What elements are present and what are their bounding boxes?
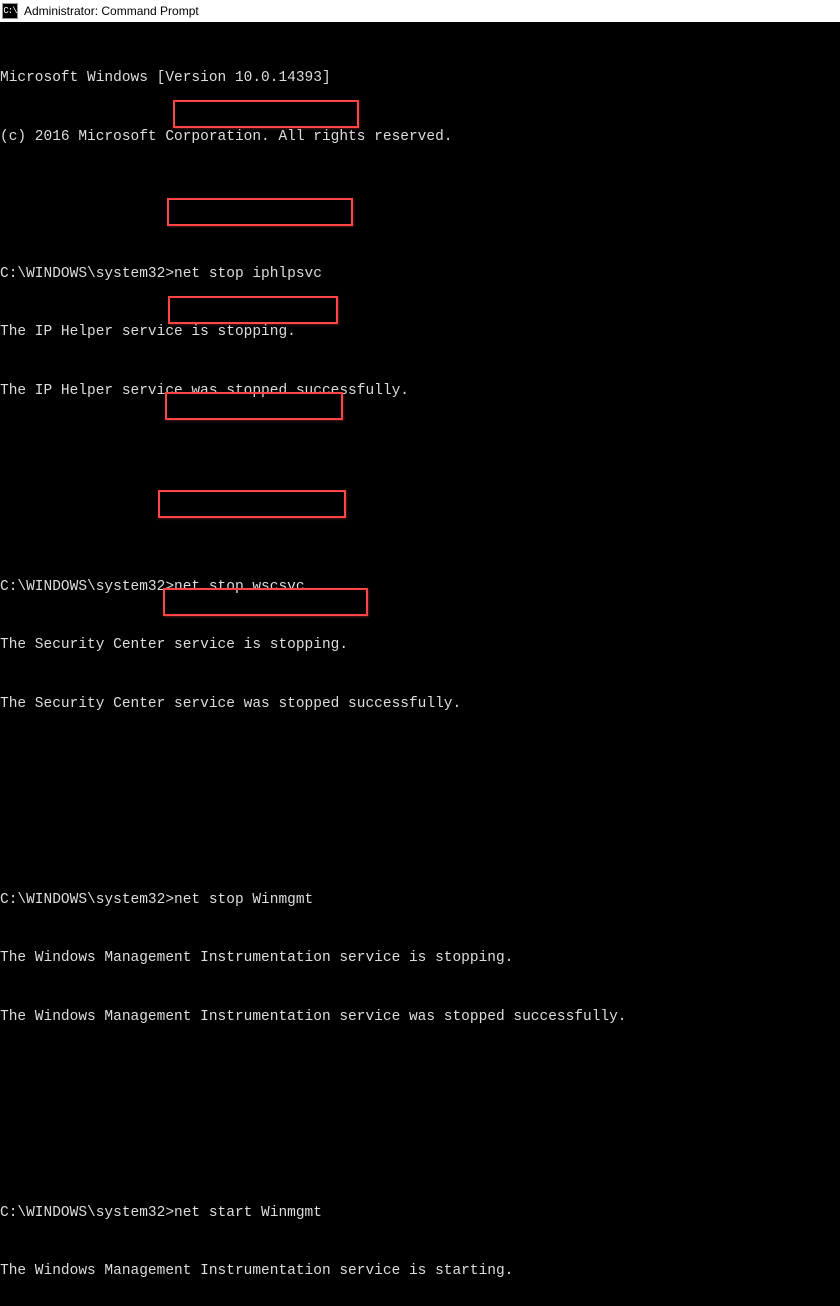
window-title-bar[interactable]: C:\ Administrator: Command Prompt bbox=[0, 0, 840, 22]
terminal-output[interactable]: Microsoft Windows [Version 10.0.14393] (… bbox=[0, 22, 840, 1306]
highlight-box bbox=[168, 296, 338, 324]
command-text: net stop wscsvc bbox=[174, 579, 305, 595]
output-line: The IP Helper service was stopped succes… bbox=[0, 383, 409, 399]
output-line: The Windows Management Instrumentation s… bbox=[0, 1263, 513, 1279]
prompt: C:\WINDOWS\system32> bbox=[0, 266, 174, 282]
header-line: Microsoft Windows [Version 10.0.14393] bbox=[0, 70, 331, 86]
prompt: C:\WINDOWS\system32> bbox=[0, 1205, 174, 1221]
header-line: (c) 2016 Microsoft Corporation. All righ… bbox=[0, 129, 452, 145]
output-line: The Security Center service was stopped … bbox=[0, 696, 461, 712]
prompt: C:\WINDOWS\system32> bbox=[0, 892, 174, 908]
output-line: The IP Helper service is stopping. bbox=[0, 324, 296, 340]
prompt: C:\WINDOWS\system32> bbox=[0, 579, 174, 595]
cmd-icon: C:\ bbox=[2, 3, 18, 19]
output-line: The Windows Management Instrumentation s… bbox=[0, 1009, 627, 1025]
command-text: net stop iphlpsvc bbox=[174, 266, 322, 282]
highlight-box bbox=[173, 100, 359, 128]
command-text: net start Winmgmt bbox=[174, 1205, 322, 1221]
command-text: net stop Winmgmt bbox=[174, 892, 313, 908]
output-line: The Windows Management Instrumentation s… bbox=[0, 950, 513, 966]
window-title: Administrator: Command Prompt bbox=[24, 4, 199, 18]
output-line: The Security Center service is stopping. bbox=[0, 637, 348, 653]
